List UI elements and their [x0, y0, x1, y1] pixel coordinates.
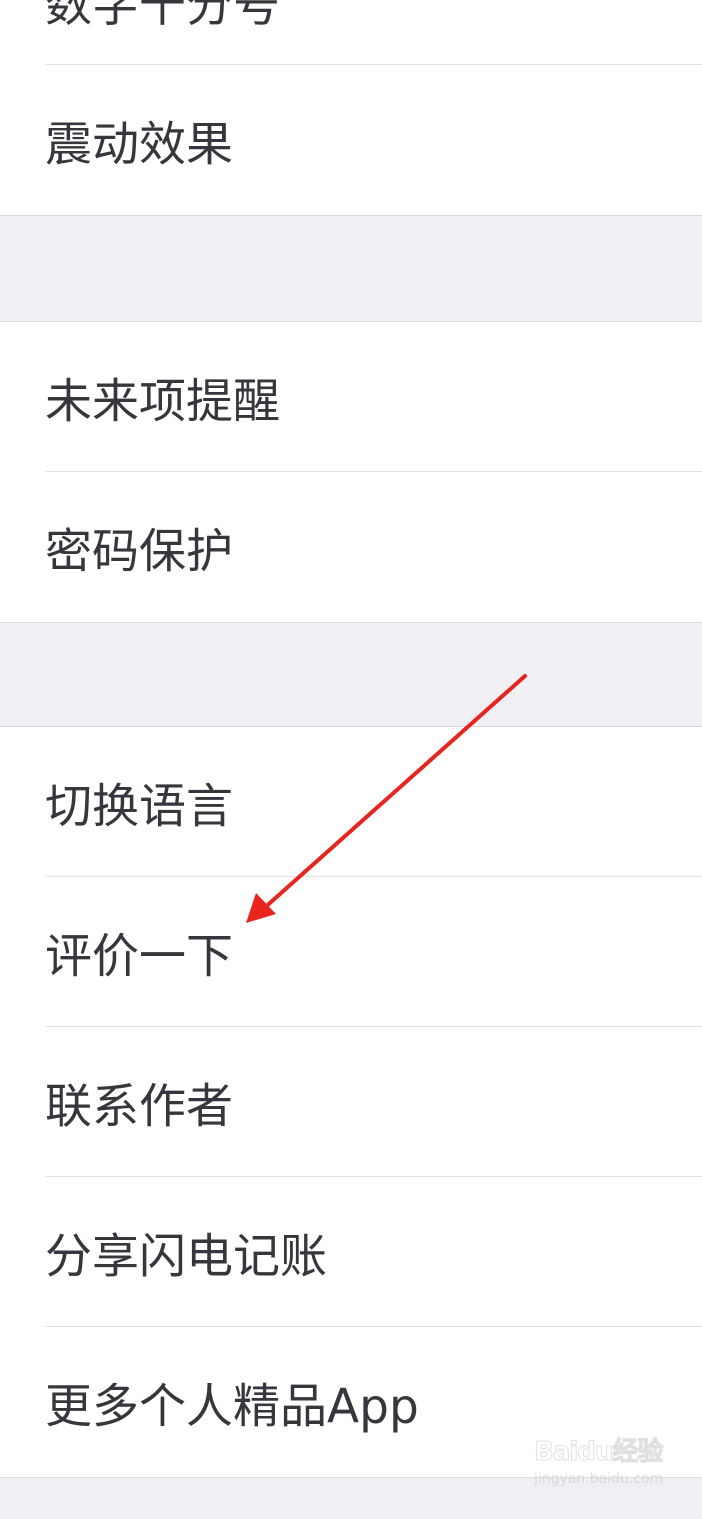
- setting-row-password-protection[interactable]: 密码保护: [0, 472, 702, 622]
- setting-row-vibration[interactable]: 震动效果: [0, 65, 702, 215]
- setting-label: 切换语言: [45, 779, 233, 835]
- setting-row-share-app[interactable]: 分享闪电记账: [0, 1177, 702, 1327]
- setting-row-thousands-separator[interactable]: 数字千分号: [0, 0, 702, 65]
- setting-label: 分享闪电记账: [45, 1229, 327, 1285]
- settings-group-display: 数字千分号 震动效果: [0, 0, 702, 216]
- setting-row-contact-author[interactable]: 联系作者: [0, 1027, 702, 1177]
- setting-row-future-reminder[interactable]: 未来项提醒: [0, 322, 702, 472]
- setting-row-rate-app[interactable]: 评价一下: [0, 877, 702, 1027]
- watermark-logo: Baidu经验: [533, 1437, 663, 1468]
- setting-row-switch-language[interactable]: 切换语言: [0, 727, 702, 877]
- setting-label: 更多个人精品App: [45, 1379, 419, 1435]
- watermark-url: jingyan.baidu.com: [534, 1471, 664, 1487]
- settings-screen: 数字千分号 震动效果 未来项提醒 密码保护 切换语言 评价一下 联系作者 分享闪…: [0, 0, 702, 1519]
- setting-label: 密码保护: [45, 524, 233, 580]
- setting-label: 震动效果: [45, 117, 233, 173]
- setting-label: 联系作者: [45, 1079, 233, 1135]
- baidu-jingyan-watermark: Baidu经验 jingyan.baidu.com: [533, 1421, 664, 1501]
- settings-group-about: 切换语言 评价一下 联系作者 分享闪电记账 更多个人精品App: [0, 726, 702, 1478]
- setting-label: 数字千分号: [45, 0, 280, 33]
- settings-group-security: 未来项提醒 密码保护: [0, 321, 702, 623]
- setting-label: 未来项提醒: [45, 374, 280, 430]
- setting-label: 评价一下: [45, 929, 233, 985]
